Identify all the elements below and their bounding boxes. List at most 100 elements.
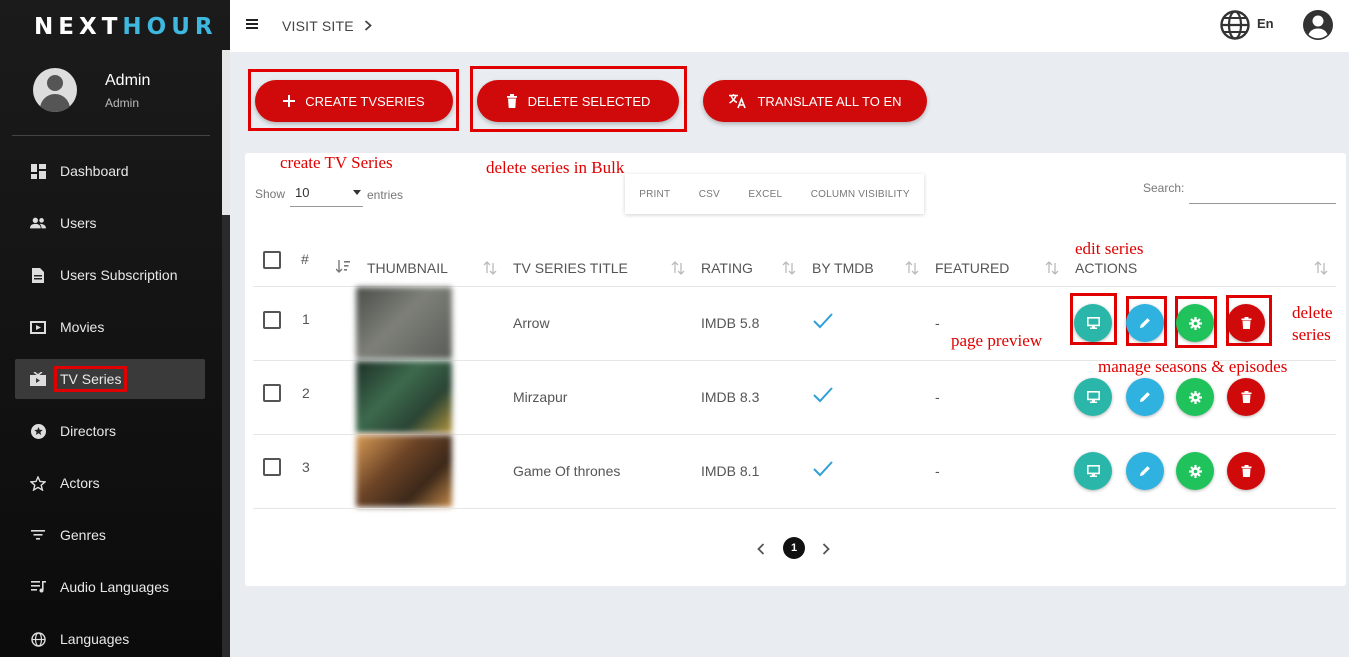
delete-button[interactable]: [1227, 304, 1265, 342]
sidebar-item-label: TV Series: [54, 366, 128, 392]
menu-icon[interactable]: [246, 19, 258, 29]
excel-button[interactable]: EXCEL: [748, 189, 782, 200]
language-selector[interactable]: En: [1257, 16, 1274, 31]
tv-series-icon: [30, 371, 46, 387]
print-button[interactable]: PRINT: [639, 189, 670, 200]
trash-icon: [1241, 317, 1251, 329]
check-icon: [813, 313, 833, 329]
pencil-icon: [1140, 318, 1150, 328]
annotation-delete-2: series: [1292, 325, 1331, 344]
sidebar-item-languages[interactable]: Languages: [15, 619, 205, 657]
pagination-prev[interactable]: [757, 543, 765, 555]
annotation-create: create TV Series: [280, 153, 393, 172]
language-globe-icon[interactable]: [1219, 9, 1251, 41]
sort-icon[interactable]: [483, 261, 497, 275]
delete-button[interactable]: [1227, 452, 1265, 490]
sort-icon[interactable]: [671, 261, 685, 275]
pagination-next[interactable]: [822, 543, 830, 555]
account-icon[interactable]: [1302, 9, 1334, 41]
star-circle-icon: [30, 423, 46, 439]
search-input[interactable]: [1189, 177, 1336, 204]
annotation-manage: manage seasons & episodes: [1098, 357, 1288, 376]
globe-icon: [30, 631, 46, 647]
col-number[interactable]: #: [301, 251, 309, 267]
thumbnail-image: [356, 435, 452, 507]
manage-seasons-button[interactable]: [1176, 304, 1214, 342]
row-checkbox[interactable]: [263, 311, 281, 329]
sort-ascending-icon[interactable]: [336, 260, 350, 274]
caret-down-icon: [353, 190, 361, 195]
sort-icon[interactable]: [905, 261, 919, 275]
sort-icon[interactable]: [1045, 261, 1059, 275]
pagination-page-1[interactable]: 1: [783, 537, 805, 559]
col-title[interactable]: TV SERIES TITLE: [513, 260, 628, 276]
sidebar-item-audio-languages[interactable]: Audio Languages: [15, 567, 205, 607]
sort-icon[interactable]: [782, 261, 796, 275]
visit-site-link[interactable]: VISIT SITE: [282, 18, 372, 34]
annotation-delete-1: delete: [1292, 303, 1333, 322]
row-number: 3: [302, 459, 310, 475]
csv-button[interactable]: CSV: [699, 189, 720, 200]
search-label: Search:: [1143, 181, 1185, 195]
trash-icon: [506, 94, 517, 108]
col-actions[interactable]: ACTIONS: [1075, 260, 1137, 276]
sidebar-item-tv-series[interactable]: TV Series: [15, 359, 205, 399]
app-logo[interactable]: NEXTHOUR: [34, 14, 218, 40]
dashboard-icon: [30, 163, 46, 179]
gear-icon: [1188, 316, 1202, 330]
user-name: Admin: [105, 72, 151, 89]
annotation-edit: edit series: [1075, 239, 1144, 258]
avatar: [33, 68, 77, 112]
select-all-checkbox[interactable]: [263, 251, 281, 269]
column-visibility-button[interactable]: COLUMN VISIBILITY: [811, 189, 910, 200]
sort-icon[interactable]: [1314, 261, 1328, 275]
sidebar-item-actors[interactable]: Actors: [15, 463, 205, 503]
featured-value: -: [935, 389, 940, 405]
row-number: 2: [302, 385, 310, 401]
row-checkbox[interactable]: [263, 458, 281, 476]
sidebar-item-directors[interactable]: Directors: [15, 411, 205, 451]
translate-all-button[interactable]: TRANSLATE ALL TO EN: [703, 80, 927, 122]
pencil-icon: [1140, 392, 1150, 402]
delete-button[interactable]: [1227, 378, 1265, 416]
playlist-icon: [30, 579, 46, 595]
row-number: 1: [302, 311, 310, 327]
series-title: Mirzapur: [513, 389, 568, 405]
user-role: Admin: [105, 96, 140, 110]
preview-button[interactable]: [1074, 452, 1112, 490]
row-checkbox[interactable]: [263, 384, 281, 402]
filter-lines-icon: [30, 527, 46, 543]
chevron-right-icon: [364, 20, 372, 31]
edit-button[interactable]: [1126, 304, 1164, 342]
sidebar-scrollbar-thumb[interactable]: [222, 50, 230, 215]
sidebar-item-label: Dashboard: [60, 163, 129, 179]
sidebar: NEXTHOUR Admin Admin Dashboard Users Use…: [0, 0, 230, 657]
series-rating: IMDB 8.3: [701, 389, 760, 405]
sidebar-item-genres[interactable]: Genres: [15, 515, 205, 555]
sidebar-divider: [12, 135, 210, 136]
pencil-icon: [1140, 466, 1150, 476]
manage-seasons-button[interactable]: [1176, 378, 1214, 416]
series-rating: IMDB 8.1: [701, 463, 760, 479]
document-icon: [30, 267, 46, 283]
preview-button[interactable]: [1074, 304, 1112, 342]
delete-selected-button[interactable]: DELETE SELECTED: [477, 80, 679, 122]
manage-seasons-button[interactable]: [1176, 452, 1214, 490]
edit-button[interactable]: [1126, 452, 1164, 490]
entries-select[interactable]: 10: [290, 180, 363, 207]
preview-button[interactable]: [1074, 378, 1112, 416]
sidebar-item-users[interactable]: Users: [15, 203, 205, 243]
col-featured[interactable]: FEATURED: [935, 260, 1009, 276]
sidebar-item-users-subscription[interactable]: Users Subscription: [15, 255, 205, 295]
col-rating[interactable]: RATING: [701, 260, 753, 276]
col-thumbnail[interactable]: THUMBNAIL: [367, 260, 448, 276]
series-title: Arrow: [513, 315, 550, 331]
sidebar-item-movies[interactable]: Movies: [15, 307, 205, 347]
create-tvseries-button[interactable]: CREATE TVSERIES: [255, 80, 453, 122]
sidebar-item-dashboard[interactable]: Dashboard: [15, 151, 205, 191]
edit-button[interactable]: [1126, 378, 1164, 416]
star-outline-icon: [30, 475, 46, 491]
annotation-delete-bulk: delete series in Bulk: [486, 158, 625, 177]
col-by-tmdb[interactable]: BY TMDB: [812, 260, 874, 276]
trash-icon: [1241, 391, 1251, 403]
